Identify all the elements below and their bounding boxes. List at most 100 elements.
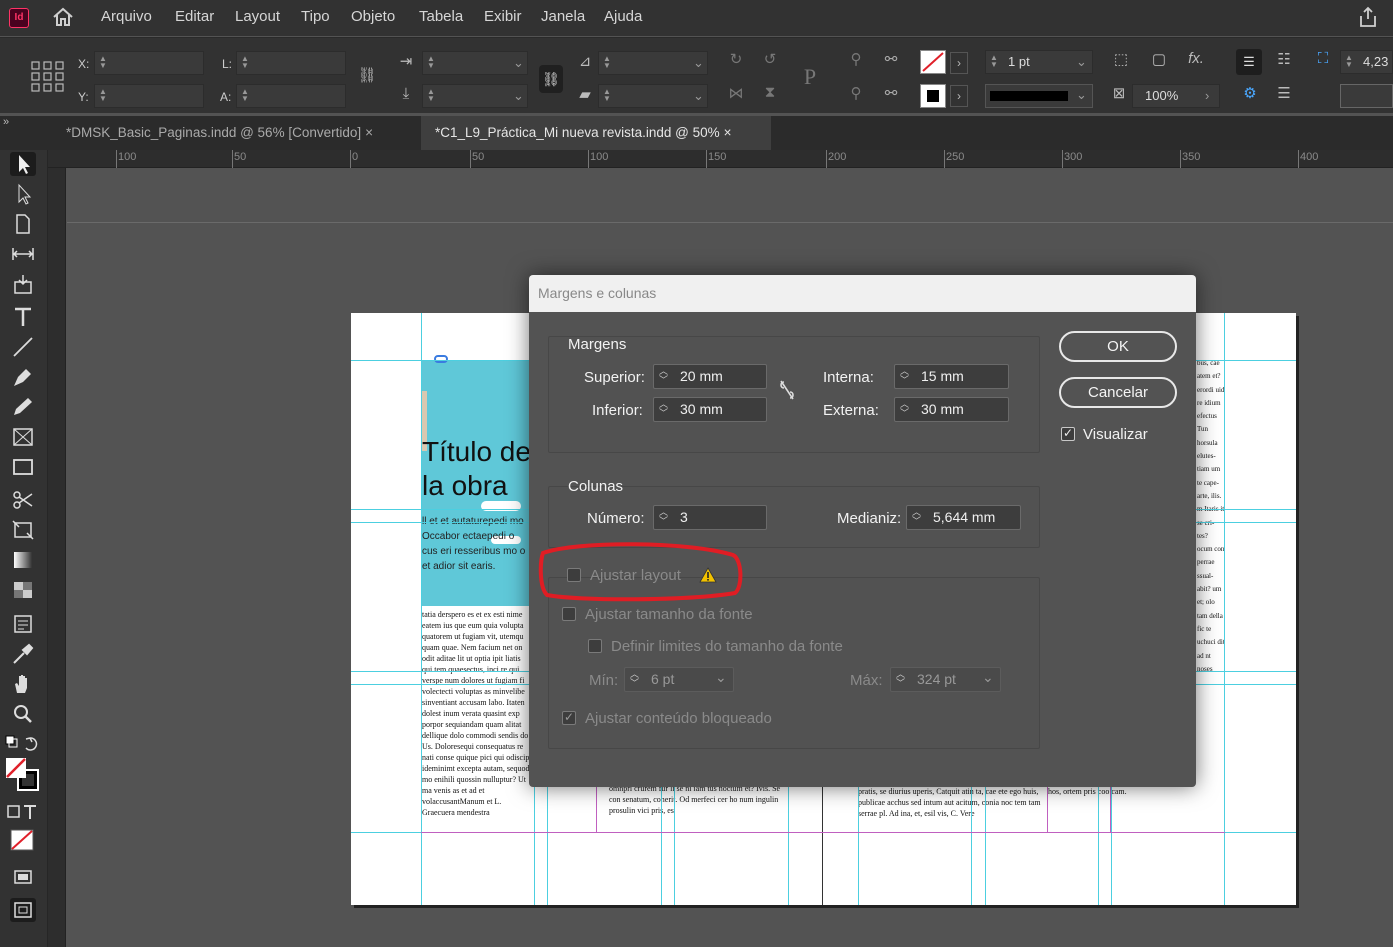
partial-spinner-icon[interactable]: ▲ ▼ xyxy=(1345,54,1355,70)
selection-tool-icon[interactable] xyxy=(10,152,36,176)
menu-editar[interactable]: Editar xyxy=(175,8,214,25)
x-spinner-icon[interactable]: ▲ ▼ xyxy=(99,55,109,71)
ok-button[interactable]: OK xyxy=(1059,331,1177,362)
inside-margin-field[interactable]: ︿ ﹀ 15 mm xyxy=(894,364,1009,389)
chevron-down-icon[interactable]: ⌄ xyxy=(513,52,524,74)
select-content-icon[interactable]: ⚲ xyxy=(846,84,866,102)
menu-tipo[interactable]: Tipo xyxy=(301,8,330,25)
scale-y-field[interactable]: ▲ ▼ ⌄ xyxy=(422,84,528,108)
y-spinner-icon[interactable]: ▲ ▼ xyxy=(99,88,109,104)
gradient-feather-tool-icon[interactable] xyxy=(10,578,36,602)
rectangle-tool-icon[interactable] xyxy=(10,455,36,479)
stroke-weight-field[interactable]: ▲ ▼ 1 pt ⌄ xyxy=(985,50,1093,74)
scale-y-spinner-icon[interactable]: ▲ ▼ xyxy=(427,88,437,104)
chevron-down-icon[interactable]: ⌄ xyxy=(982,666,994,689)
rotation-spinner-icon[interactable]: ▲ ▼ xyxy=(603,55,613,71)
y-field[interactable]: ▲ ▼ xyxy=(94,84,204,108)
select-container-icon[interactable]: ⚲ xyxy=(846,50,866,68)
column-number-spinner-icon[interactable]: ︿ ﹀ xyxy=(659,508,671,527)
reference-point-icon[interactable] xyxy=(30,60,66,94)
stroke-swatch-icon[interactable] xyxy=(920,84,946,108)
hand-tool-icon[interactable] xyxy=(10,672,36,696)
height-field[interactable]: ▲ ▼ xyxy=(236,84,346,108)
chevron-down-icon[interactable]: ⌄ xyxy=(715,666,727,689)
screen-mode-icon[interactable] xyxy=(10,865,36,889)
body-text-right-bottom[interactable]: pratis, se diurius uperis, Catquit atin … xyxy=(858,786,1043,831)
fill-stroke-swatch-icon[interactable] xyxy=(4,756,40,796)
max-size-field[interactable]: ︿ ﹀ 324 pt ⌄ xyxy=(890,667,1001,692)
content-collector-tool-icon[interactable] xyxy=(10,272,36,296)
chevron-right-icon[interactable]: › xyxy=(950,52,968,74)
type-tool-icon[interactable] xyxy=(10,305,36,329)
bottom-margin-spinner-icon[interactable]: ︿ ﹀ xyxy=(659,400,671,419)
body-text-right-column[interactable]: bus, cae atem et? erordi uid re idium ef… xyxy=(1197,357,1225,787)
scale-y-icon[interactable]: ⤓ xyxy=(396,85,416,102)
line-tool-icon[interactable] xyxy=(10,335,36,359)
lead-paragraph[interactable]: ll et et autaturepedi mo Occabor ectaepe… xyxy=(422,514,530,576)
bottom-margin-field[interactable]: ︿ ﹀ 30 mm xyxy=(653,397,767,422)
cancel-button[interactable]: Cancelar xyxy=(1059,377,1177,408)
scissors-tool-icon[interactable] xyxy=(10,488,36,512)
eyedropper-tool-icon[interactable] xyxy=(10,642,36,666)
note-tool-icon[interactable] xyxy=(10,612,36,636)
pencil-tool-icon[interactable] xyxy=(10,395,36,419)
text-wrap-box-icon[interactable]: ☷ xyxy=(1272,50,1296,68)
menu-objeto[interactable]: Objeto xyxy=(351,8,395,25)
partial-stroke-dropdown[interactable] xyxy=(1340,84,1393,108)
unlink-margins-icon[interactable] xyxy=(777,379,797,401)
rotate-cw-icon[interactable]: ↻ xyxy=(726,50,746,68)
opacity-field[interactable]: 100% › xyxy=(1132,84,1220,108)
menu-exibir[interactable]: Exibir xyxy=(484,8,522,25)
stroke-type-dropdown[interactable]: ⌄ xyxy=(985,84,1093,108)
corner-options-icon[interactable]: ▢ xyxy=(1148,50,1170,68)
auto-fit-icon[interactable]: ⛶ xyxy=(1312,50,1334,67)
gradient-swatch-tool-icon[interactable] xyxy=(10,548,36,572)
tab-c1-l9-practica[interactable]: *C1_L9_Práctica_Mi nueva revista.indd @ … xyxy=(421,116,771,150)
chevron-down-icon[interactable]: ⌄ xyxy=(513,85,524,107)
apply-none-icon[interactable] xyxy=(6,828,36,852)
menu-ajuda[interactable]: Ajuda xyxy=(604,8,642,25)
pen-tool-icon[interactable] xyxy=(10,365,36,389)
body-text-far-right[interactable]: hos, ortem pris coo cam. xyxy=(1048,786,1138,806)
preview-mode-icon[interactable] xyxy=(10,898,36,922)
chevron-down-icon[interactable]: ⌄ xyxy=(1076,87,1087,103)
width-spinner-icon[interactable]: ▲ ▼ xyxy=(241,55,251,71)
max-size-spinner-icon[interactable]: ︿ ﹀ xyxy=(896,670,908,689)
rotation-field[interactable]: ▲ ▼ ⌄ xyxy=(598,51,708,75)
page-tool-icon[interactable] xyxy=(10,212,36,236)
zoom-tool-icon[interactable] xyxy=(10,702,36,726)
scale-x-icon[interactable]: ⇥ xyxy=(396,52,416,70)
close-icon[interactable]: × xyxy=(365,125,373,140)
text-wrap-jump-icon[interactable]: ☰ xyxy=(1272,84,1296,102)
width-field[interactable]: ▲ ▼ xyxy=(236,51,346,75)
height-spinner-icon[interactable]: ▲ ▼ xyxy=(241,88,251,104)
indesign-app-icon[interactable]: Id xyxy=(9,8,29,28)
preview-checkbox[interactable] xyxy=(1061,426,1075,441)
close-icon[interactable]: × xyxy=(724,125,732,140)
chevron-down-icon[interactable]: ⌄ xyxy=(693,52,704,74)
min-size-field[interactable]: ︿ ﹀ 6 pt ⌄ xyxy=(624,667,734,692)
rotate-ccw-icon[interactable]: ↺ xyxy=(760,50,780,68)
menu-layout[interactable]: Layout xyxy=(235,8,280,25)
top-margin-spinner-icon[interactable]: ︿ ﹀ xyxy=(659,367,671,386)
partial-field[interactable]: ▲ ▼ 4,23 xyxy=(1340,50,1393,74)
outside-margin-spinner-icon[interactable]: ︿ ﹀ xyxy=(900,400,912,419)
share-icon[interactable] xyxy=(1357,6,1379,28)
x-field[interactable]: ▲ ▼ xyxy=(94,51,204,75)
gutter-field[interactable]: ︿ ﹀ 5,644 mm xyxy=(906,505,1021,530)
stroke-weight-spinner-icon[interactable]: ▲ ▼ xyxy=(990,54,1000,70)
shear-field[interactable]: ▲ ▼ ⌄ xyxy=(598,84,708,108)
default-colors-icon[interactable] xyxy=(4,732,38,756)
min-size-spinner-icon[interactable]: ︿ ﹀ xyxy=(630,670,642,689)
outside-margin-field[interactable]: ︿ ﹀ 30 mm xyxy=(894,397,1009,422)
set-font-limits-checkbox[interactable] xyxy=(588,639,602,653)
chevron-right-icon[interactable]: › xyxy=(950,85,968,107)
menu-janela[interactable]: Janela xyxy=(541,8,585,25)
fit-frame-icon[interactable]: ⬚ xyxy=(1110,50,1132,68)
chevron-down-icon[interactable]: ⌄ xyxy=(693,85,704,107)
tab-dmsk-basic[interactable]: *DMSK_Basic_Paginas.indd @ 56% [Converti… xyxy=(52,116,379,150)
fill-swatch-none-icon[interactable] xyxy=(920,50,946,74)
text-wrap-object-icon[interactable]: ⚙ xyxy=(1238,84,1262,102)
gap-tool-icon[interactable] xyxy=(10,242,36,266)
body-text-left[interactable]: tatia derspero es et ex esti nime eatem … xyxy=(422,609,530,831)
